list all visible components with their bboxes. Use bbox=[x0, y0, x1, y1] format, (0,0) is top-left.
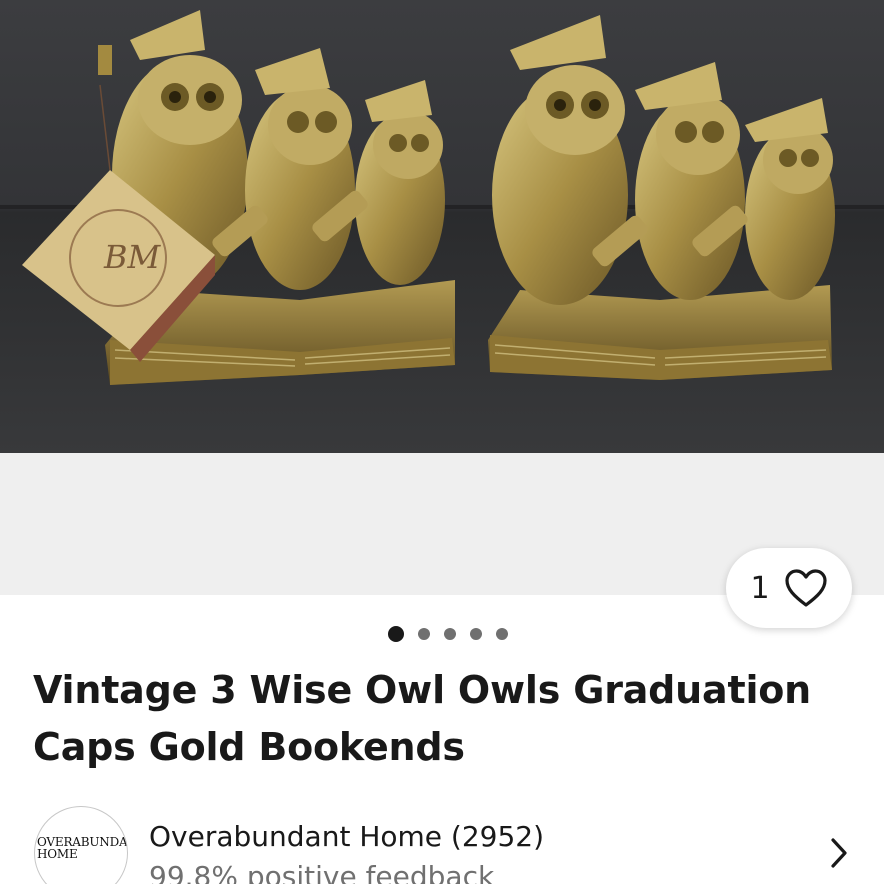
seller-avatar-logo-text: OVERABUNDANT HOME bbox=[37, 835, 128, 861]
carousel-dot-2[interactable] bbox=[418, 628, 430, 640]
carousel-dot-1[interactable] bbox=[388, 626, 404, 642]
heart-outline-icon bbox=[784, 569, 827, 607]
image-carousel[interactable]: BM bbox=[0, 0, 884, 595]
listing-title: Vintage 3 Wise Owl Owls Graduation Caps … bbox=[33, 668, 812, 769]
seller-feedback: 99.8% positive feedback bbox=[149, 860, 495, 884]
carousel-dot-4[interactable] bbox=[470, 628, 482, 640]
listing-photo[interactable]: BM bbox=[0, 0, 884, 453]
seller-name[interactable]: Overabundant Home (2952) bbox=[149, 820, 544, 853]
chevron-right-icon[interactable] bbox=[828, 836, 850, 870]
carousel-pagination bbox=[0, 624, 884, 644]
like-count: 1 bbox=[750, 570, 770, 606]
carousel-dot-5[interactable] bbox=[496, 628, 508, 640]
seller-avatar[interactable]: OVERABUNDANT HOME bbox=[34, 806, 128, 884]
svg-text:BM: BM bbox=[103, 238, 162, 276]
seller-info-row[interactable]: OVERABUNDANT HOME Overabundant Home (295… bbox=[0, 800, 884, 884]
watch-like-button[interactable]: 1 bbox=[726, 548, 852, 628]
owl-bookends-image: BM bbox=[0, 0, 884, 453]
carousel-dot-3[interactable] bbox=[444, 628, 456, 640]
